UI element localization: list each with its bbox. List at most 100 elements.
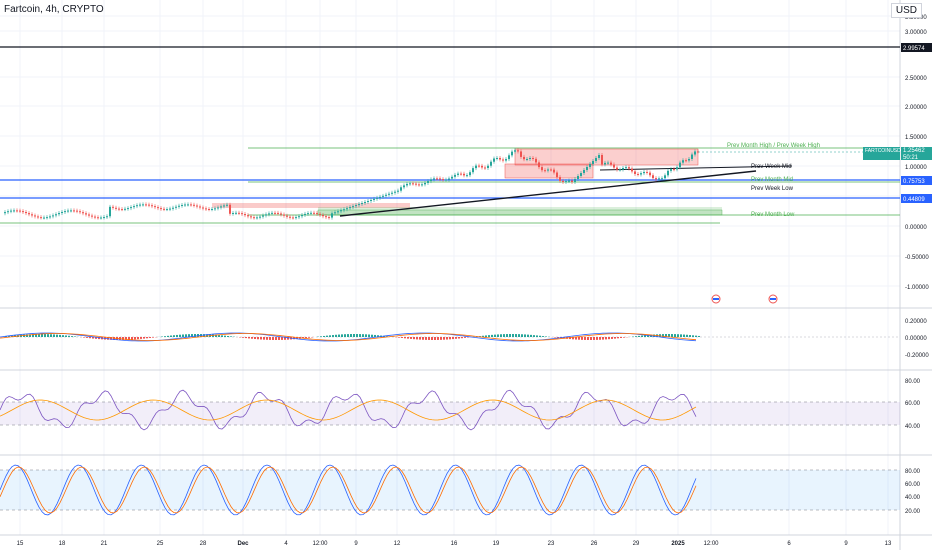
candle [412, 183, 414, 185]
macd-histogram-bar [167, 335, 169, 337]
candle [541, 167, 543, 171]
candle [151, 205, 153, 207]
macd-histogram-bar [431, 337, 433, 340]
candle [16, 210, 18, 212]
macd-histogram-bar [143, 337, 145, 339]
candle [100, 217, 102, 219]
macd-histogram-bar [401, 337, 403, 338]
prev-month-low-label: Prev Month Low [751, 212, 795, 218]
candle [622, 167, 624, 170]
candle [148, 204, 150, 206]
macd-histogram-bar [251, 337, 253, 339]
currency-selector[interactable]: USD [890, 3, 922, 18]
macd-histogram-bar [404, 337, 406, 339]
macd-histogram-bar [89, 337, 91, 339]
candle [319, 213, 321, 216]
macd-histogram-bar [47, 334, 49, 337]
macd-histogram-bar [242, 337, 244, 338]
candle [10, 210, 12, 212]
macd-histogram-bar [686, 334, 688, 337]
candle [559, 177, 561, 181]
candle [331, 213, 333, 218]
candle [82, 212, 84, 214]
candle [175, 206, 177, 208]
candle [463, 173, 465, 176]
candle [487, 165, 489, 168]
macd-histogram-bar [173, 335, 175, 337]
macd-histogram-bar [500, 334, 502, 337]
macd-histogram-bar [617, 337, 619, 339]
macd-histogram-bar [41, 334, 43, 337]
macd-histogram-bar [164, 336, 166, 337]
macd-histogram-bar [170, 335, 172, 337]
candle [163, 208, 165, 210]
candle [508, 155, 510, 160]
candle [598, 155, 600, 158]
macd-histogram-bar [122, 337, 124, 340]
candle [544, 170, 546, 172]
stoch-axis-label: 60.00 [905, 482, 921, 488]
macd-histogram-bar [464, 337, 466, 338]
macd-histogram-bar [179, 334, 181, 337]
price-label: 0.44809 [903, 197, 925, 203]
candle [553, 169, 555, 173]
candle [490, 161, 492, 166]
macd-histogram-bar [398, 337, 400, 338]
candle [415, 183, 417, 185]
candle [49, 216, 51, 218]
candle [637, 173, 639, 175]
candle [502, 159, 504, 161]
candle [301, 215, 303, 217]
candle [157, 207, 159, 209]
price-axis-label: 3.00000 [905, 30, 927, 36]
candle [484, 167, 486, 169]
candle [88, 214, 90, 216]
candle [397, 190, 399, 192]
macd-histogram-bar [437, 337, 439, 340]
candle [604, 162, 606, 165]
macd-histogram-bar [230, 336, 232, 337]
candle [130, 207, 132, 209]
macd-histogram-bar [578, 337, 580, 340]
candle [160, 208, 162, 210]
candle [649, 172, 651, 176]
candle [400, 187, 402, 191]
macd-histogram-bar [218, 335, 220, 337]
macd-histogram-bar [554, 337, 556, 338]
macd-histogram-bar [509, 334, 511, 337]
candle [208, 208, 210, 210]
candle [340, 210, 342, 212]
macd-histogram-bar [248, 337, 250, 339]
macd-histogram-bar [596, 337, 598, 340]
candle [661, 178, 663, 180]
macd-histogram-bar [83, 337, 85, 338]
candle [631, 168, 633, 172]
rsi-axis-label: 60.00 [905, 401, 921, 407]
chart-canvas[interactable]: 3.500003.000002.500002.000001.500001.000… [0, 0, 932, 550]
candle [271, 212, 273, 214]
macd-histogram-bar [182, 334, 184, 337]
macd-histogram-bar [332, 335, 334, 337]
candle [61, 211, 63, 214]
candle [457, 173, 459, 175]
candle [562, 180, 564, 183]
candle [658, 178, 660, 180]
time-axis-label: 4 [284, 541, 288, 547]
candle [406, 183, 408, 186]
candle [253, 217, 255, 219]
prev-week-low-label: Prev Week Low [751, 186, 794, 192]
macd-histogram-bar [323, 335, 325, 337]
time-axis-label: 29 [633, 541, 640, 547]
candle [94, 216, 96, 218]
candle [139, 204, 141, 206]
candle [178, 205, 180, 207]
candle [628, 167, 630, 169]
candle [613, 164, 615, 168]
candle [37, 216, 39, 218]
macd-histogram-bar [530, 334, 532, 337]
price-axis-label: 2.50000 [905, 76, 927, 82]
symbol-title[interactable]: Fartcoin, 4h, CRYPTO [4, 4, 104, 15]
macd-histogram-bar [56, 334, 58, 337]
macd-histogram-bar [62, 335, 64, 337]
candle [580, 173, 582, 176]
